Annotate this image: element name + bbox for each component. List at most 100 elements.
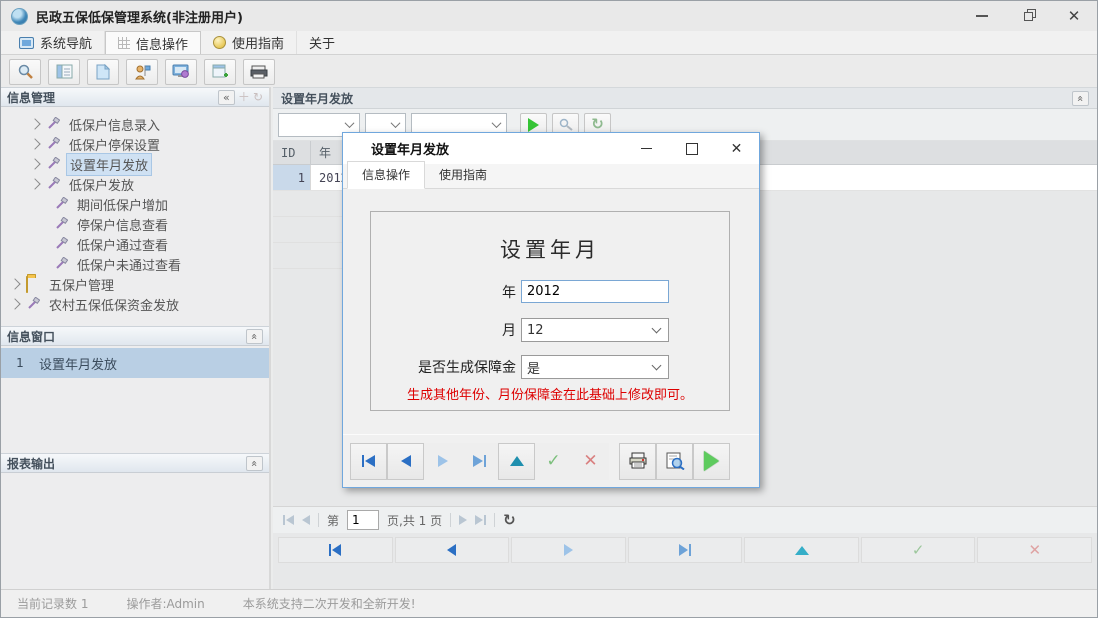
dialog-next-record-button[interactable] [424,443,461,480]
dialog-tabs: 信息操作 使用指南 [343,164,759,189]
set-year-month-dialog: 设置年月发放 ✕ 信息操作 使用指南 设置年月 年 月 12 [342,132,760,488]
dialog-maximize-button[interactable] [669,133,714,164]
monitor-icon [172,64,190,79]
expand-arrow-icon[interactable] [9,298,20,309]
month-value: 12 [527,323,544,338]
group-title: 设置年月 [371,234,729,264]
dialog-cancel-button[interactable]: ✕ [572,443,609,480]
dialog-first-record-button[interactable] [350,443,387,480]
tree-item-wubao-mgmt[interactable]: 五保户管理 [1,274,269,294]
dialog-title-bar: 设置年月发放 ✕ [343,133,759,164]
last-page-icon[interactable] [475,515,486,525]
tree-item-passed-view[interactable]: 低保户通过查看 [1,234,269,254]
menu-about[interactable]: 关于 [297,31,347,54]
tree-item-dibao-entry[interactable]: 低保户信息录入 [1,114,269,134]
nav-up-button[interactable] [744,537,859,563]
user-button[interactable] [126,59,158,85]
tree-item-label: 低保户停保设置 [66,134,163,155]
tool-icon [54,257,69,271]
menu-info-operation[interactable]: 信息操作 [105,31,201,54]
refresh-icon[interactable]: ↻ [253,91,263,103]
tree-item-set-year-month[interactable]: 设置年月发放 [1,154,269,174]
expand-arrow-icon[interactable] [9,278,20,289]
check-icon: ✓ [912,543,925,558]
tree-item-rural-funds[interactable]: 农村五保低保资金发放 [1,294,269,314]
cancel-button[interactable]: ✕ [977,537,1092,563]
dialog-up-button[interactable] [498,443,535,480]
dialog-minimize-button[interactable] [624,133,669,164]
collapse-panel-icon[interactable]: « [218,90,235,105]
collapse-chevron-icon[interactable]: « [246,329,263,344]
dialog-confirm-button[interactable]: ✓ [535,443,572,480]
user-icon [134,64,151,80]
dialog-prev-record-button[interactable] [387,443,424,480]
panel-title: 信息管理 [7,89,55,106]
prev-page-icon[interactable] [302,515,310,525]
cross-icon: ✕ [1028,543,1041,558]
expand-arrow-icon[interactable] [29,138,40,149]
dialog-execute-button[interactable] [693,443,730,480]
menu-label: 信息操作 [136,34,188,53]
dialog-title: 设置年月发放 [371,139,449,158]
dialog-print-preview-button[interactable] [656,443,693,480]
dialog-last-record-button[interactable] [461,443,498,480]
year-input[interactable] [521,280,669,303]
reload-icon[interactable]: ↻ [503,513,516,528]
dialog-tab-info-operation[interactable]: 信息操作 [347,161,425,189]
content-title: 设置年月发放 [281,90,353,107]
tree-item-label: 低保户通过查看 [74,234,171,255]
nav-prev-button[interactable] [395,537,510,563]
pagination-bar: 第 页,共 1 页 ↻ [273,506,1097,533]
nav-last-button[interactable] [628,537,743,563]
nav-first-button[interactable] [278,537,393,563]
expand-arrow-icon[interactable] [29,178,40,189]
printer-button[interactable] [243,59,275,85]
restore-button[interactable] [1005,1,1051,31]
tree-item-not-passed-view[interactable]: 低保户未通过查看 [1,254,269,274]
operator-label: 操作者:Admin [126,595,204,612]
play-icon [528,118,539,132]
dialog-tab-user-guide[interactable]: 使用指南 [425,162,501,188]
tool-icon [54,217,69,231]
table-list-button[interactable] [48,59,80,85]
add-window-button[interactable] [204,59,236,85]
record-nav-buttons: ✓ ✕ [278,537,1092,563]
monitor-button[interactable] [165,59,197,85]
expand-arrow-icon[interactable] [29,158,40,169]
refresh-icon: ↻ [591,117,604,132]
page-number-input[interactable] [347,510,379,530]
column-header-id[interactable]: ID [273,141,311,164]
nav-next-button[interactable] [511,537,626,563]
month-select[interactable]: 12 [521,318,669,342]
first-page-icon[interactable] [283,515,294,525]
next-page-icon[interactable] [459,515,467,525]
generate-guarantee-select[interactable]: 是 [521,355,669,379]
title-bar: 民政五保低保管理系统(非注册用户) ✕ [1,1,1097,31]
collapse-chevron-icon[interactable]: « [246,456,263,471]
info-window-item[interactable]: 1 设置年月发放 [1,348,269,378]
window-plus-icon [212,64,228,79]
document-icon [96,64,110,80]
dialog-close-button[interactable]: ✕ [714,133,759,164]
menu-user-guide[interactable]: 使用指南 [201,31,297,54]
tool-icon [46,177,61,191]
menu-system-nav[interactable]: 系统导航 [7,31,105,54]
add-icon[interactable]: ＋ [238,91,250,103]
tree-item-stop-setting[interactable]: 低保户停保设置 [1,134,269,154]
tree-item-stop-view[interactable]: 停保户信息查看 [1,214,269,234]
expand-arrow-icon[interactable] [29,118,40,129]
document-button[interactable] [87,59,119,85]
search-view-button[interactable] [9,59,41,85]
close-button[interactable]: ✕ [1051,1,1097,31]
info-window-header: 信息窗口 « [1,326,269,346]
tool-icon [46,157,61,171]
collapse-chevron-icon[interactable]: « [1072,91,1089,106]
chevron-down-icon [652,361,662,371]
cell-id[interactable]: 1 [273,165,311,190]
dialog-print-button[interactable] [619,443,656,480]
dialog-body: 设置年月 年 月 12 是否生成保障金 是 [343,189,759,435]
tree-item-dibao-issue[interactable]: 低保户发放 [1,174,269,194]
confirm-button[interactable]: ✓ [861,537,976,563]
minimize-button[interactable] [959,1,1005,31]
tree-item-period-add[interactable]: 期间低保户增加 [1,194,269,214]
